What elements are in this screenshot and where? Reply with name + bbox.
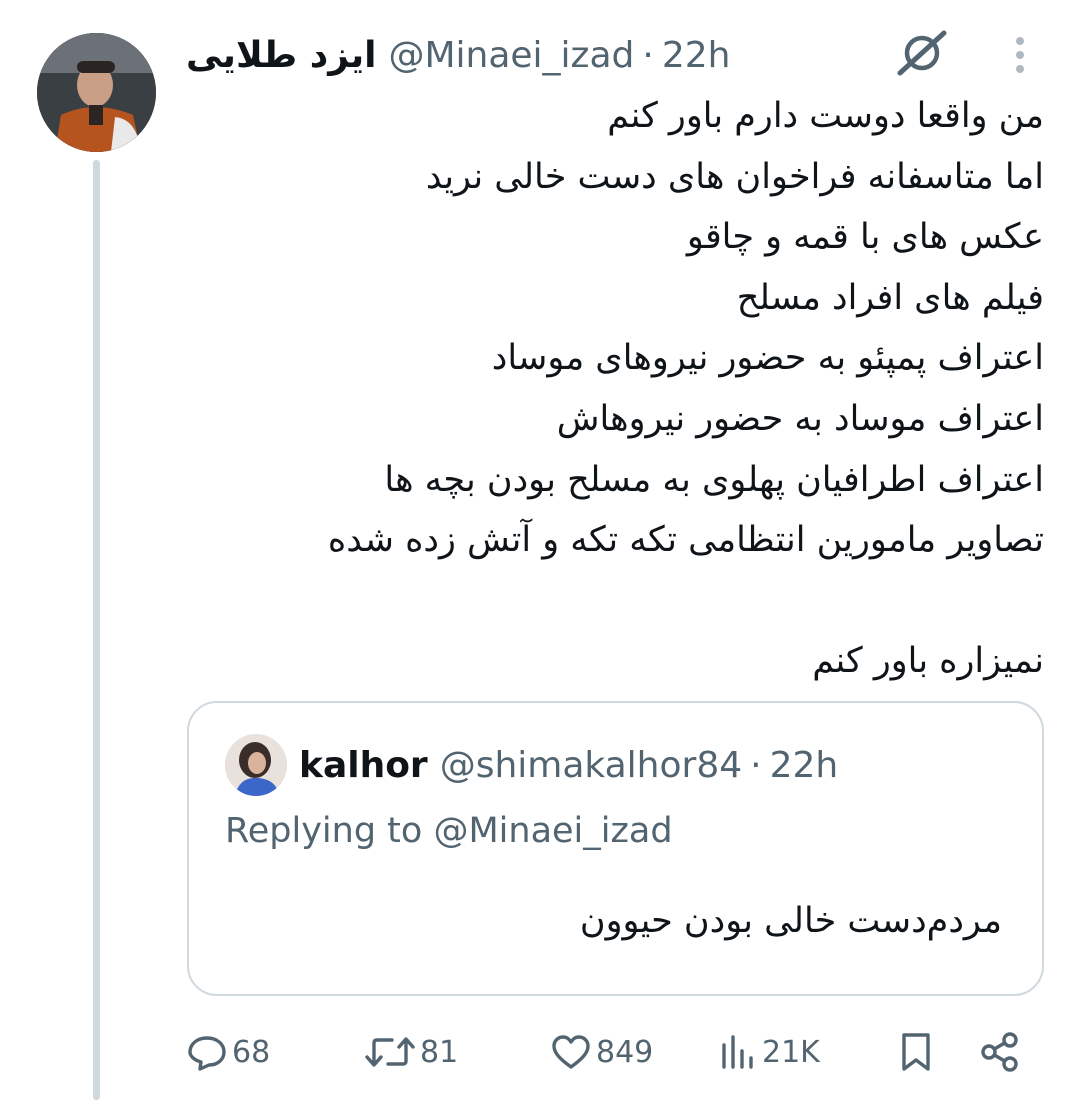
body-line: من واقعا دوست دارم باور کنم	[607, 96, 1044, 136]
author-handle[interactable]: @Minaei_izad	[388, 35, 634, 76]
quote-timestamp[interactable]: 22h	[770, 745, 839, 786]
reply-bubble-icon	[186, 1031, 228, 1073]
more-vertical-icon[interactable]	[1000, 32, 1040, 78]
author-avatar[interactable]	[37, 33, 156, 152]
author-display-name[interactable]: ایزد طلایی	[186, 35, 376, 76]
reply-count: 68	[232, 1034, 271, 1070]
quote-separator: ·	[750, 744, 762, 786]
heart-icon	[550, 1031, 592, 1073]
repost-count: 81	[420, 1034, 459, 1070]
share-icon	[978, 1030, 1022, 1074]
body-line: اما متاسفانه فراخوان های دست خالی نرید	[425, 156, 1044, 197]
views-count: 21K	[762, 1034, 820, 1070]
body-line: اعتراف اطرافیان پهلوی به مسلح بودن بچه ه…	[384, 459, 1044, 500]
quoted-tweet[interactable]: kalhor @shimakalhor84 · 22h Replying to …	[187, 701, 1044, 996]
like-button[interactable]: 849	[550, 1024, 653, 1080]
thread-line	[93, 160, 100, 1100]
tweet: ایزد طلایی @Minaei_izad · 22h من واقعا د…	[0, 0, 1080, 1100]
replying-to-mention[interactable]: @Minaei_izad	[433, 811, 672, 851]
body-line: اعتراف پمپئو به حضور نیروهای موساد	[491, 338, 1044, 379]
quote-author-avatar[interactable]	[225, 734, 287, 796]
body-line: تصاویر مامورین انتظامی تکه تکه و آتش زده…	[327, 520, 1044, 561]
header-separator: ·	[642, 34, 654, 76]
reply-button[interactable]: 68	[186, 1024, 270, 1080]
quote-handle[interactable]: @shimakalhor84	[440, 745, 742, 786]
quote-text: مردم‌دست خالی بودن حیوون	[579, 901, 1002, 941]
quote-header: kalhor @shimakalhor84 · 22h	[225, 733, 838, 797]
bookmark-button[interactable]	[896, 1024, 936, 1080]
share-button[interactable]	[978, 1024, 1022, 1080]
tweet-header: ایزد طلایی @Minaei_izad · 22h	[186, 26, 730, 84]
views-button[interactable]: 21K	[718, 1024, 820, 1080]
tweet-timestamp[interactable]: 22h	[662, 35, 731, 76]
bookmark-icon	[896, 1030, 936, 1074]
repost-arrows-icon	[364, 1031, 416, 1073]
views-bars-icon	[718, 1031, 758, 1073]
quote-display-name[interactable]: kalhor	[299, 745, 428, 786]
grok-slash-icon[interactable]	[894, 28, 950, 78]
body-last-line: نمیزاره باور کنم	[812, 640, 1044, 681]
body-line: فیلم های افراد مسلح	[736, 277, 1044, 318]
body-line: اعتراف موساد به حضور نیروهاش	[556, 398, 1044, 439]
body-line: عکس های با قمه و چاقو	[686, 217, 1044, 258]
like-count: 849	[596, 1034, 654, 1070]
tweet-body: من واقعا دوست دارم باور کنم اما متاسفانه…	[186, 86, 1044, 691]
repost-button[interactable]: 81	[364, 1024, 458, 1080]
action-bar: 68 81 849 21K	[186, 1024, 1036, 1080]
replying-to-line: Replying to @Minaei_izad	[225, 811, 673, 851]
replying-to-prefix: Replying to	[225, 811, 423, 851]
